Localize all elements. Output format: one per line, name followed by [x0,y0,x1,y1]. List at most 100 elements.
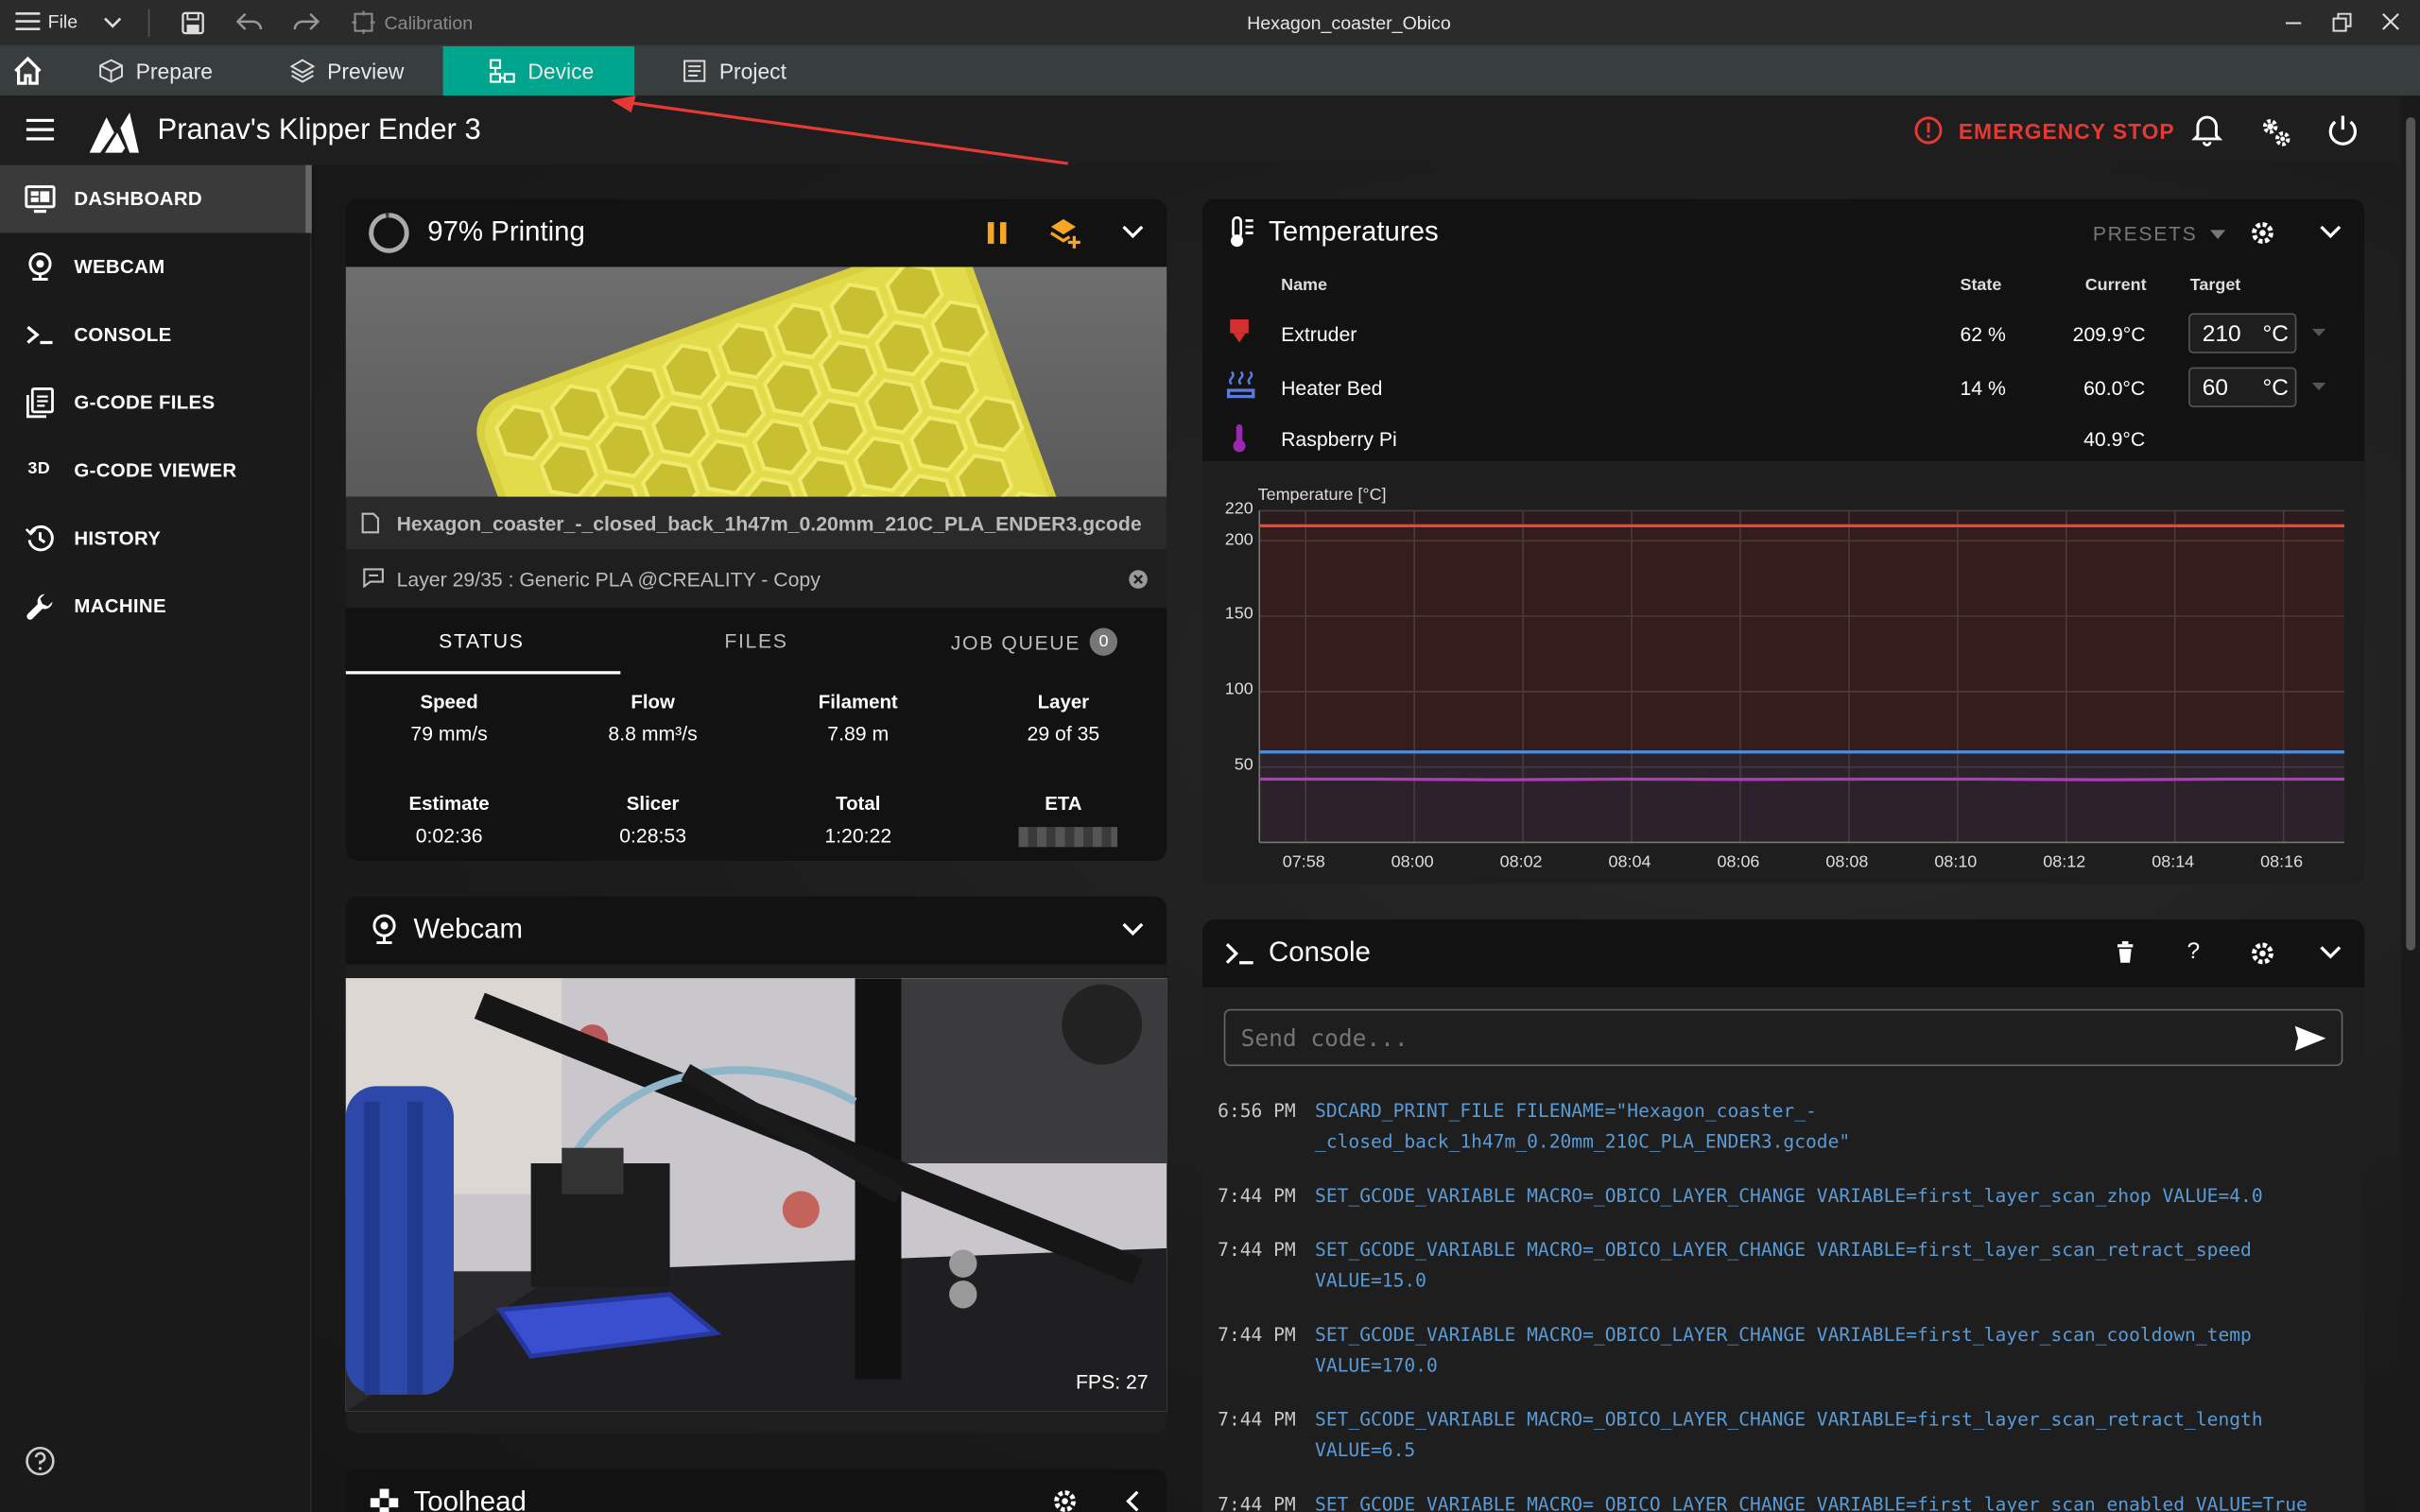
heater-current: 60.0°C [2083,376,2146,400]
webcam-image [345,978,1167,1412]
sidebar-item-webcam[interactable]: WEBCAM [0,233,312,301]
sidebar-item-machine[interactable]: MACHINE [0,573,312,641]
sidebar-item-gcode-viewer[interactable]: 3D G-CODE VIEWER [0,437,312,505]
tab-project[interactable]: Project [648,46,834,95]
stat-value: 29 of 35 [1027,722,1100,746]
menu-icon[interactable] [26,118,55,141]
webcam-panel-header: Webcam [345,896,1167,965]
stat-value: 0:02:36 [415,823,483,848]
heater-bed-target-input[interactable]: 60 °C [2188,367,2297,408]
sidebar-item-label: WEBCAM [74,256,165,278]
help-icon[interactable]: ? [2187,938,2200,965]
emergency-stop-button[interactable]: EMERGENCY STOP [1913,115,2174,145]
webcam-icon [28,252,52,281]
thermometer-lines-icon [1231,215,1253,248]
console-command[interactable]: SET_GCODE_VARIABLE MACRO=_OBICO_LAYER_CH… [1315,1234,2334,1296]
menu-down-icon[interactable] [2311,382,2326,391]
app-window: File Calibration Hexagon_coaster_Obico P… [0,0,2420,1512]
sensor-name[interactable]: Raspberry Pi [1281,427,1397,450]
gear-icon[interactable] [2249,939,2276,967]
scrollbar[interactable] [2401,95,2420,1512]
target-value: 60 [2202,374,2229,402]
close-icon[interactable] [2381,12,2400,31]
layer-plus-icon[interactable] [1048,216,1082,250]
x-tick-label: 08:16 [2260,852,2304,872]
sidebar-item-label: DASHBOARD [74,188,202,211]
chevron-down-icon[interactable] [2320,944,2342,959]
heater-name[interactable]: Heater Bed [1281,376,1382,399]
tab-job-queue[interactable]: JOB QUEUE 0 [951,627,1118,656]
menu-down-icon[interactable] [2311,328,2326,336]
presets-button[interactable]: PRESETS [2093,222,2225,246]
help-circle-icon[interactable] [25,1446,56,1477]
console-command[interactable]: SET_GCODE_VARIABLE MACRO=_OBICO_LAYER_CH… [1315,1180,2334,1211]
tab-prepare[interactable]: Prepare [65,46,278,95]
chevron-down-icon[interactable] [2320,224,2342,239]
y-tick-label: 200 [1224,529,1253,549]
console-command[interactable]: SET_GCODE_VARIABLE MACRO=_OBICO_LAYER_CH… [1315,1489,2334,1512]
y-tick-label: 100 [1224,680,1253,700]
tab-label: Device [527,59,595,84]
tab-status[interactable]: STATUS [346,629,617,652]
send-icon[interactable] [2293,1024,2327,1052]
console-command[interactable]: SDCARD_PRINT_FILE FILENAME="Hexagon_coas… [1315,1095,2334,1157]
column-header-name: Name [1281,276,1328,295]
app-header: Pranav's Klipper Ender 3 EMERGENCY STOP [0,95,2402,165]
webcam-panel: Webcam FPS: 27 [345,896,1167,1434]
coaster-thumbnail-image [476,266,1080,497]
extruder-target-input[interactable]: 210 °C [2188,313,2297,353]
x-tick-label: 08:12 [2043,852,2086,872]
sidebar-item-label: HISTORY [74,527,162,550]
command-text: SET_GCODE_VARIABLE MACRO=_OBICO_LAYER_CH… [1315,1184,2263,1207]
sidebar-item-history[interactable]: HISTORY [0,505,312,573]
console-command[interactable]: SET_GCODE_VARIABLE MACRO=_OBICO_LAYER_CH… [1315,1404,2334,1466]
sidebar-item-gcode-files[interactable]: G-CODE FILES [0,369,312,437]
minimize-icon[interactable] [2284,12,2303,31]
delete-sweep-icon[interactable] [2116,940,2135,964]
tab-preview[interactable]: Preview [256,46,441,95]
chevron-down-icon[interactable] [1122,224,1144,239]
sidebar-item-dashboard[interactable]: DASHBOARD [0,164,312,233]
annotation-arrow [611,95,1069,165]
close-circle-icon[interactable] [1128,569,1148,589]
home-icon[interactable] [12,56,43,87]
chevron-down-icon[interactable] [1122,921,1144,936]
x-tick-label: 08:08 [1825,852,1869,872]
emergency-stop-label: EMERGENCY STOP [1958,117,2175,144]
send-code-input[interactable] [1223,1008,2343,1067]
stat-label: Flow [631,691,675,713]
heater-name[interactable]: Extruder [1281,322,1357,345]
restore-icon[interactable] [2332,12,2354,34]
tab-device[interactable]: Device [442,45,635,96]
stat-value: 79 mm/s [410,722,488,746]
power-icon[interactable] [2325,114,2360,148]
mainsail-logo-icon [89,112,139,153]
console-panel-header: Console ? [1201,919,2365,988]
status-panel-header: 97% Printing [345,198,1167,267]
send-code-field[interactable] [1240,1022,2260,1055]
pause-icon[interactable] [986,220,1008,245]
bed-area-fill [1259,751,2344,843]
console-timestamp: 7:44 PM [1218,1239,1296,1261]
series-line-raspberry-pi [1259,777,2345,782]
cogs-icon[interactable] [2258,114,2292,148]
menu-down-icon [2209,229,2225,239]
tab-underline [345,671,621,675]
chevron-left-icon[interactable] [1125,1490,1140,1512]
column-header-current: Current [2084,276,2147,295]
scrollbar-thumb[interactable] [2406,117,2416,951]
toolhead-panel: Toolhead [345,1469,1167,1512]
stat-value: 7.89 m [827,722,890,746]
sidebar-item-console[interactable]: CONSOLE [0,301,312,369]
tab-files[interactable]: FILES [620,629,891,652]
webcam-title: Webcam [413,913,523,945]
active-indicator [305,164,312,233]
bell-icon[interactable] [2191,114,2223,148]
gear-icon[interactable] [2249,219,2276,247]
console-command[interactable]: SET_GCODE_VARIABLE MACRO=_OBICO_LAYER_CH… [1315,1319,2334,1381]
gear-icon[interactable] [1051,1487,1079,1512]
console-timestamp: 7:44 PM [1218,1408,1296,1431]
webcam-icon [372,914,396,945]
console-icon [26,325,53,345]
temperatures-title: Temperatures [1269,215,1439,248]
